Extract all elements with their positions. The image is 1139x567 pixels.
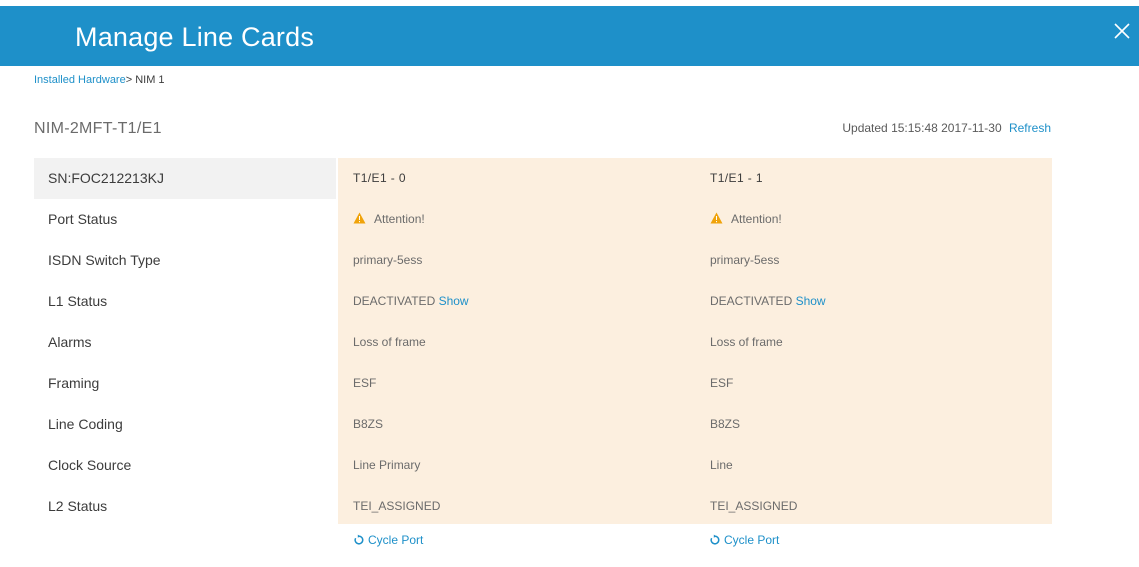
clock-source-value: Line — [710, 458, 733, 472]
port-name: T1/E1 - 1 — [710, 171, 763, 185]
l1-status-text: DEACTIVATED — [353, 294, 436, 308]
modal-header: Manage Line Cards — [0, 6, 1139, 66]
breadcrumb: Installed Hardware> NIM 1 — [34, 74, 165, 86]
line-coding-value: B8ZS — [710, 417, 741, 431]
cycle-port-label: Cycle Port — [724, 533, 780, 547]
clock-source-value: Line Primary — [353, 458, 421, 472]
warning-triangle-icon — [353, 212, 366, 224]
port-status-value: Attention! — [695, 199, 1052, 240]
isdn-switch-type-label: ISDN Switch Type — [48, 252, 161, 268]
cycle-port-label: Cycle Port — [368, 533, 424, 547]
clock-source-label: Clock Source — [48, 457, 132, 473]
close-icon — [1114, 23, 1130, 39]
serial-number-label: SN:FOC212213KJ — [34, 158, 336, 199]
line-coding-value: B8ZS — [353, 417, 384, 431]
l1-status-label: L1 Status — [48, 293, 108, 309]
l1-show-link[interactable]: Show — [439, 294, 469, 308]
port-status-value: Attention! — [338, 199, 695, 240]
line-coding-label: Line Coding — [48, 416, 123, 432]
l2-status-value: TEI_ASSIGNED — [710, 499, 798, 513]
l1-status-text: DEACTIVATED — [710, 294, 793, 308]
cycle-port-button-0[interactable]: Cycle Port — [353, 533, 423, 547]
l2-status-value: TEI_ASSIGNED — [353, 499, 441, 513]
updated-time: 15:15:48 2017-11-30 — [891, 121, 1002, 135]
updated-status: Updated 15:15:48 2017-11-30 Refresh — [842, 121, 1051, 135]
breadcrumb-installed-hardware[interactable]: Installed Hardware — [34, 74, 126, 86]
close-button[interactable] — [1111, 20, 1133, 42]
breadcrumb-current: NIM 1 — [132, 74, 165, 86]
port-status-text: Attention! — [731, 212, 782, 226]
alarms-value: Loss of frame — [710, 335, 783, 349]
cycle-icon — [354, 534, 364, 545]
alarms-value: Loss of frame — [353, 335, 426, 349]
alarms-label: Alarms — [48, 334, 92, 350]
port-column-1: T1/E1 - 1 Attention! primary-5ess DEACTI… — [695, 158, 1052, 527]
l1-show-link[interactable]: Show — [796, 294, 826, 308]
port-column-0: T1/E1 - 0 Attention! primary-5ess DEACTI… — [338, 158, 695, 527]
refresh-link[interactable]: Refresh — [1009, 121, 1051, 135]
isdn-switch-type-value: primary-5ess — [710, 253, 780, 267]
cycle-icon — [710, 534, 720, 545]
warning-triangle-icon — [710, 212, 723, 224]
port-status-label: Port Status — [48, 211, 118, 227]
port-name: T1/E1 - 0 — [353, 171, 406, 185]
modal-title: Manage Line Cards — [75, 22, 315, 52]
ports-panel: T1/E1 - 0 Attention! primary-5ess DEACTI… — [338, 158, 1052, 524]
isdn-switch-type-value: primary-5ess — [353, 253, 423, 267]
cycle-port-button-1[interactable]: Cycle Port — [709, 533, 779, 547]
updated-prefix: Updated — [842, 121, 888, 135]
l2-status-label: L2 Status — [48, 498, 108, 514]
framing-value: ESF — [353, 376, 377, 390]
framing-label: Framing — [48, 375, 100, 391]
l1-status-value: DEACTIVATED Show — [695, 281, 1052, 322]
l1-status-value: DEACTIVATED Show — [338, 281, 695, 322]
port-status-text: Attention! — [374, 212, 425, 226]
card-title: NIM-2MFT-T1/E1 — [34, 120, 162, 137]
property-labels: SN:FOC212213KJ Port Status ISDN Switch T… — [34, 158, 336, 527]
framing-value: ESF — [710, 376, 734, 390]
